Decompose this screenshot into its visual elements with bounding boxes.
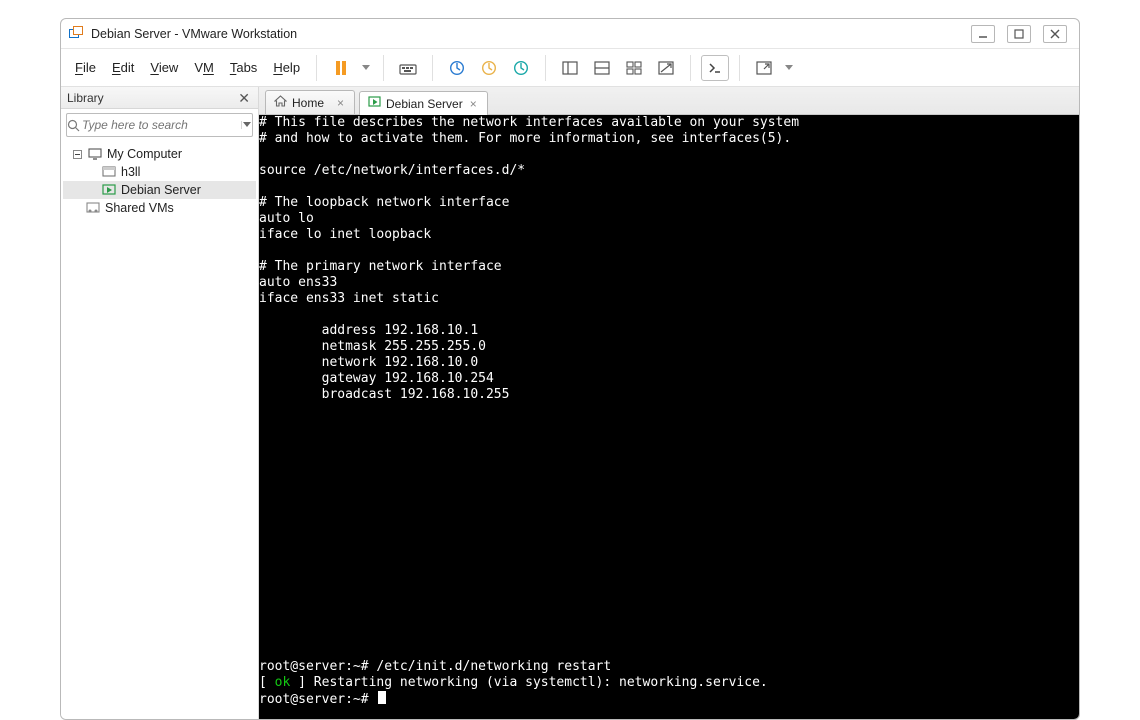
maximize-button[interactable]	[1007, 25, 1031, 43]
tab-debian-server[interactable]: Debian Server ×	[359, 91, 488, 115]
pause-vm-button[interactable]	[327, 55, 355, 81]
snapshot-manager-button[interactable]	[507, 55, 535, 81]
library-search-input[interactable]	[80, 117, 241, 133]
send-ctrl-alt-del-button[interactable]	[394, 55, 422, 81]
tree-item-shared-vms[interactable]: Shared VMs	[63, 199, 256, 217]
library-close-button[interactable]: ✕	[236, 91, 252, 105]
title-bar: Debian Server - VMware Workstation	[61, 19, 1079, 49]
tab-label: Home	[292, 96, 324, 110]
collapse-icon[interactable]	[71, 150, 83, 159]
window-controls	[971, 25, 1073, 43]
tree-label: Shared VMs	[105, 201, 174, 215]
fullscreen-button[interactable]	[750, 55, 778, 81]
console-button[interactable]	[701, 55, 729, 81]
tab-home[interactable]: Home ×	[265, 90, 355, 114]
vm-running-icon	[368, 96, 381, 111]
main-area: Library ✕	[61, 87, 1079, 719]
close-button[interactable]	[1043, 25, 1067, 43]
home-icon	[274, 95, 287, 110]
toolbar-separator	[545, 55, 546, 81]
vm-running-icon	[101, 184, 117, 196]
window-title: Debian Server - VMware Workstation	[91, 27, 297, 41]
vm-icon	[101, 166, 117, 178]
tab-close-button[interactable]: ×	[335, 96, 346, 110]
tree-item-debian-server[interactable]: Debian Server	[63, 181, 256, 199]
view-stretch-button[interactable]	[652, 55, 680, 81]
toolbar-separator	[316, 55, 317, 81]
app-window: Debian Server - VMware Workstation File …	[60, 18, 1080, 720]
shared-icon	[85, 202, 101, 214]
minimize-button[interactable]	[971, 25, 995, 43]
fullscreen-dropdown[interactable]	[782, 64, 796, 72]
toolbar-separator	[690, 55, 691, 81]
monitor-icon	[87, 148, 103, 160]
view-single-button[interactable]	[556, 55, 584, 81]
library-search-dropdown[interactable]	[241, 121, 252, 129]
snapshot-take-button[interactable]	[443, 55, 471, 81]
tree-item-h3ll[interactable]: h3ll	[63, 163, 256, 181]
toolbar-separator	[739, 55, 740, 81]
tab-strip: Home × Debian Server ×	[259, 87, 1079, 115]
tree-label: h3ll	[121, 165, 140, 179]
library-search[interactable]	[66, 113, 253, 137]
tab-close-button[interactable]: ×	[468, 97, 479, 111]
menu-view[interactable]: View	[144, 57, 184, 78]
view-thumbnail-button[interactable]	[620, 55, 648, 81]
workspace: Home × Debian Server × # This file descr…	[259, 87, 1079, 719]
menu-edit[interactable]: Edit	[106, 57, 140, 78]
library-header: Library ✕	[61, 87, 258, 109]
tree-root-my-computer[interactable]: My Computer	[63, 145, 256, 163]
tree-label: My Computer	[107, 147, 182, 161]
vmware-app-icon	[69, 26, 85, 42]
library-panel: Library ✕	[61, 87, 259, 719]
menu-file[interactable]: File	[69, 57, 102, 78]
library-title: Library	[67, 91, 104, 105]
tab-label: Debian Server	[386, 97, 463, 111]
menu-vm[interactable]: VM	[188, 57, 220, 78]
menu-help[interactable]: Help	[267, 57, 306, 78]
toolbar-separator	[383, 55, 384, 81]
menu-bar: File Edit View VM Tabs Help	[61, 49, 1079, 87]
toolbar-separator	[432, 55, 433, 81]
vm-console-terminal[interactable]: # This file describes the network interf…	[259, 115, 1079, 719]
view-list-button[interactable]	[588, 55, 616, 81]
search-icon	[67, 119, 80, 132]
menu-tabs[interactable]: Tabs	[224, 57, 263, 78]
tree-label: Debian Server	[121, 183, 201, 197]
snapshot-revert-button[interactable]	[475, 55, 503, 81]
power-dropdown[interactable]	[359, 64, 373, 72]
library-tree: My Computer h3ll Debian Server	[61, 141, 258, 221]
